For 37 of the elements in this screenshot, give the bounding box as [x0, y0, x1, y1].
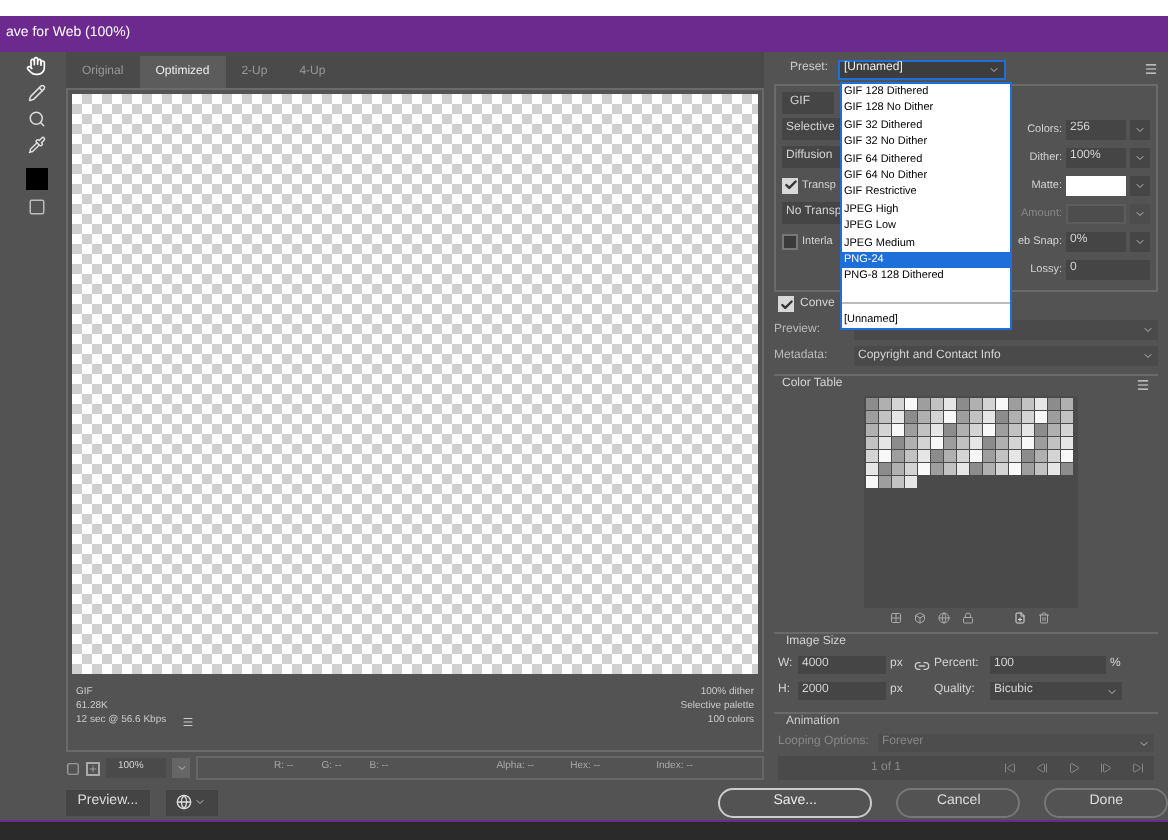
caret-icon [194, 796, 207, 808]
lock-icon[interactable] [962, 611, 974, 624]
slice-visibility-icon[interactable] [27, 198, 45, 216]
browser-select[interactable] [165, 789, 218, 815]
plus-icon[interactable] [86, 761, 100, 775]
trash-icon[interactable] [1038, 611, 1050, 624]
panel-menu-icon[interactable] [1144, 62, 1158, 77]
caret-icon [175, 762, 187, 774]
panel-menu-icon[interactable] [1136, 378, 1150, 393]
globe-icon [176, 794, 193, 810]
caret-icon [1134, 179, 1146, 192]
caret-icon [1134, 235, 1146, 248]
menu-icon[interactable] [182, 715, 195, 727]
hand-icon[interactable] [26, 56, 46, 76]
caret-icon [1106, 685, 1118, 698]
color-swatch[interactable] [25, 168, 47, 190]
checkbox[interactable] [778, 296, 794, 313]
dropdown-button[interactable] [1130, 119, 1150, 140]
checkbox[interactable] [782, 233, 798, 250]
matte-swatch[interactable] [1066, 175, 1126, 196]
cube-icon[interactable] [914, 611, 926, 624]
eyedropper-icon[interactable] [27, 136, 45, 154]
square-icon[interactable] [66, 761, 80, 775]
checkbox[interactable] [782, 177, 798, 194]
zoom-dropdown[interactable] [172, 758, 190, 778]
caret-icon [988, 63, 1001, 76]
grid-icon[interactable] [890, 611, 902, 624]
caret-icon [1134, 123, 1146, 136]
globe-icon[interactable] [938, 611, 950, 624]
dropdown-button[interactable] [1130, 147, 1150, 168]
dropdown-button[interactable] [1130, 231, 1150, 252]
dropdown-button[interactable] [1130, 203, 1150, 224]
caret-icon [1138, 737, 1150, 750]
caret-icon [1134, 151, 1146, 164]
dropdown-button[interactable] [1130, 175, 1150, 196]
zoom-icon[interactable] [27, 110, 45, 128]
caret-icon [1134, 207, 1146, 220]
